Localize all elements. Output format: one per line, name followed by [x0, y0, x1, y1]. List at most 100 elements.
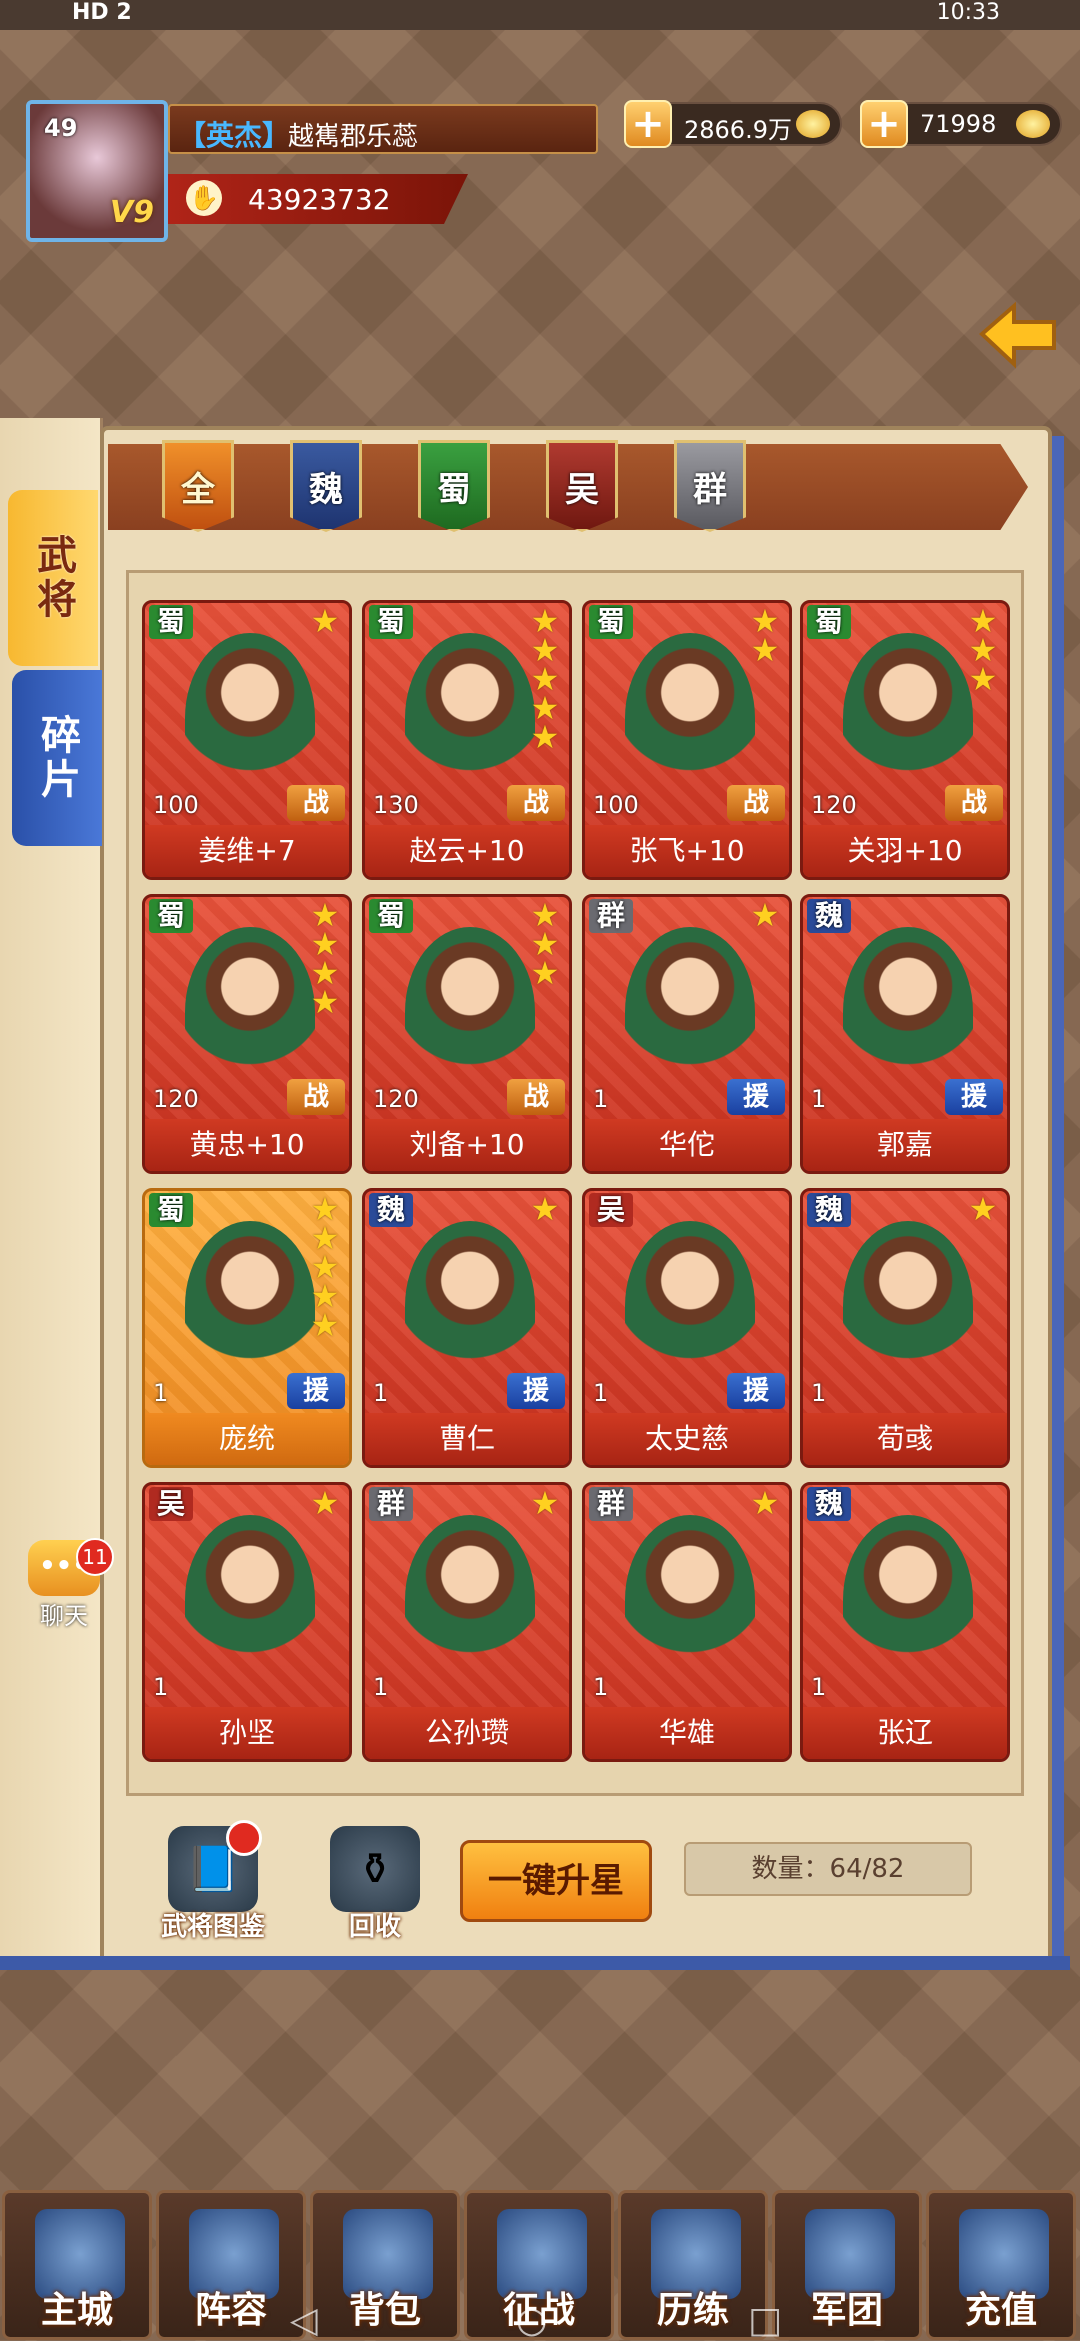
faction-tab-wu[interactable]: 吴 — [546, 440, 618, 532]
general-card[interactable]: 蜀 ★ ★ ★ 120 战关羽+10 — [800, 600, 1010, 880]
general-portrait — [625, 1515, 755, 1685]
player-rank: 【英杰】 — [178, 119, 291, 152]
gold-value: 71998 — [920, 110, 997, 138]
faction-tab-all[interactable]: 全 — [162, 440, 234, 532]
chat-label: 聊天 — [40, 1602, 88, 1630]
general-portrait — [843, 1221, 973, 1391]
tab-generals[interactable]: 武将 — [8, 490, 98, 666]
status-time: 10:33 — [936, 0, 1000, 25]
one-click-upstar-button[interactable]: 一键升星 — [460, 1840, 652, 1922]
general-level: 1 — [811, 1085, 827, 1113]
general-name: 庞统 — [145, 1413, 349, 1465]
role-badge: 战 — [727, 785, 785, 821]
silver-resource: + 2866.9万 — [624, 100, 842, 148]
general-count: 数量：64/82 — [684, 1842, 972, 1896]
player-avatar[interactable]: 49 V9 — [26, 100, 168, 242]
system-home-icon[interactable]: ○ — [516, 2300, 547, 2341]
role-badge: 战 — [507, 1079, 565, 1115]
faction-tab-shu[interactable]: 蜀 — [418, 440, 490, 532]
general-card[interactable]: 群 ★ 1 公孙瓒 — [362, 1482, 572, 1762]
star-column: ★ — [307, 1484, 343, 1522]
general-portrait — [843, 927, 973, 1097]
general-level: 1 — [153, 1673, 169, 1701]
player-level: 49 — [44, 114, 78, 142]
general-portrait — [185, 633, 315, 803]
chat-button[interactable]: ••• 11 聊天 — [22, 1538, 114, 1630]
back-button[interactable] — [978, 300, 1058, 370]
role-badge: 战 — [945, 785, 1003, 821]
general-portrait — [185, 1221, 315, 1391]
general-card[interactable]: 蜀 ★ ★ 100 战张飞+10 — [582, 600, 792, 880]
general-portrait — [405, 1221, 535, 1391]
general-card[interactable]: 群 ★ 1 援华佗 — [582, 894, 792, 1174]
star-icon: ★ — [530, 718, 560, 756]
general-card[interactable]: 蜀 ★ 100 战姜维+7 — [142, 600, 352, 880]
general-card[interactable]: 魏 ★ 1 荀彧 — [800, 1188, 1010, 1468]
general-card[interactable]: 魏 ★ 1 援曹仁 — [362, 1188, 572, 1468]
star-column: ★ — [307, 602, 343, 640]
faction-badge: 魏 — [807, 1487, 851, 1521]
general-level: 1 — [811, 1673, 827, 1701]
role-badge: 援 — [945, 1079, 1003, 1115]
general-name: 赵云+10 — [365, 825, 569, 877]
faction-tab-wei[interactable]: 魏 — [290, 440, 362, 532]
star-column: ★ — [747, 1484, 783, 1522]
faction-badge: 吴 — [589, 1193, 633, 1227]
star-column: ★ — [527, 1193, 563, 1225]
player-name: 越嶲郡乐蕊 — [288, 122, 419, 152]
faction-badge: 魏 — [807, 1193, 851, 1227]
chat-badge: 11 — [76, 1538, 114, 1576]
role-badge: 援 — [507, 1373, 565, 1409]
faction-tab-qun[interactable]: 群 — [674, 440, 746, 532]
star-column: ★ ★ ★ — [527, 899, 563, 989]
general-card[interactable]: 蜀 ★ ★ ★ ★ ★ 1 援庞统 — [142, 1188, 352, 1468]
general-card[interactable]: 蜀 ★ ★ ★ ★ ★ 130 战赵云+10 — [362, 600, 572, 880]
faction-badge: 蜀 — [807, 605, 851, 639]
star-icon: ★ — [310, 602, 340, 640]
general-level: 1 — [153, 1379, 169, 1407]
general-name: 姜维+7 — [145, 825, 349, 877]
general-level: 100 — [593, 791, 639, 819]
star-icon: ★ — [310, 1484, 340, 1522]
general-card[interactable]: 吴 ★ 1 孙坚 — [142, 1482, 352, 1762]
general-name: 关羽+10 — [803, 825, 1007, 877]
paw-icon: ✋ — [186, 180, 222, 216]
general-level: 100 — [153, 791, 199, 819]
star-column: ★ ★ ★ ★ ★ — [307, 1193, 343, 1341]
recycle-label: 回收 — [348, 1912, 401, 1942]
role-badge: 战 — [287, 1079, 345, 1115]
system-recents-icon[interactable]: □ — [748, 2300, 782, 2341]
system-back-icon[interactable]: ◁ — [290, 2300, 318, 2341]
faction-badge: 群 — [589, 1487, 633, 1521]
faction-badge: 蜀 — [149, 1193, 193, 1227]
star-icon: ★ — [750, 1484, 780, 1522]
tab-fragments[interactable]: 碎片 — [12, 670, 102, 846]
faction-badge: 吴 — [149, 1487, 193, 1521]
recycle-cauldron-icon: ⚱ — [330, 1826, 420, 1912]
star-column: ★ — [965, 1193, 1001, 1225]
general-codex-button[interactable]: 📘 武将图鉴 — [158, 1820, 268, 1946]
star-icon: ★ — [530, 1484, 560, 1522]
general-name: 张辽 — [803, 1707, 1007, 1759]
general-card[interactable]: 魏 1 援郭嘉 — [800, 894, 1010, 1174]
add-silver-button[interactable]: + — [624, 100, 672, 148]
general-portrait — [405, 927, 535, 1097]
faction-badge: 蜀 — [149, 605, 193, 639]
recycle-button[interactable]: ⚱ 回收 — [320, 1826, 430, 1946]
star-icon: ★ — [750, 631, 780, 669]
star-column: ★ — [747, 899, 783, 931]
general-card[interactable]: 魏 1 张辽 — [800, 1482, 1010, 1762]
general-name: 刘备+10 — [365, 1119, 569, 1171]
status-bar: HD 2 10:33 — [0, 0, 1080, 30]
general-level: 1 — [811, 1379, 827, 1407]
power-bar: ✋ 43923732 — [168, 174, 468, 224]
general-card[interactable]: 群 ★ 1 华雄 — [582, 1482, 792, 1762]
general-card[interactable]: 蜀 ★ ★ ★ 120 战刘备+10 — [362, 894, 572, 1174]
general-card[interactable]: 吴 1 援太史慈 — [582, 1188, 792, 1468]
general-level: 1 — [373, 1379, 389, 1407]
general-card[interactable]: 蜀 ★ ★ ★ ★ 120 战黄忠+10 — [142, 894, 352, 1174]
general-level: 120 — [811, 791, 857, 819]
general-level: 1 — [593, 1673, 609, 1701]
book-spine — [1052, 436, 1064, 1956]
add-gold-button[interactable]: + — [860, 100, 908, 148]
